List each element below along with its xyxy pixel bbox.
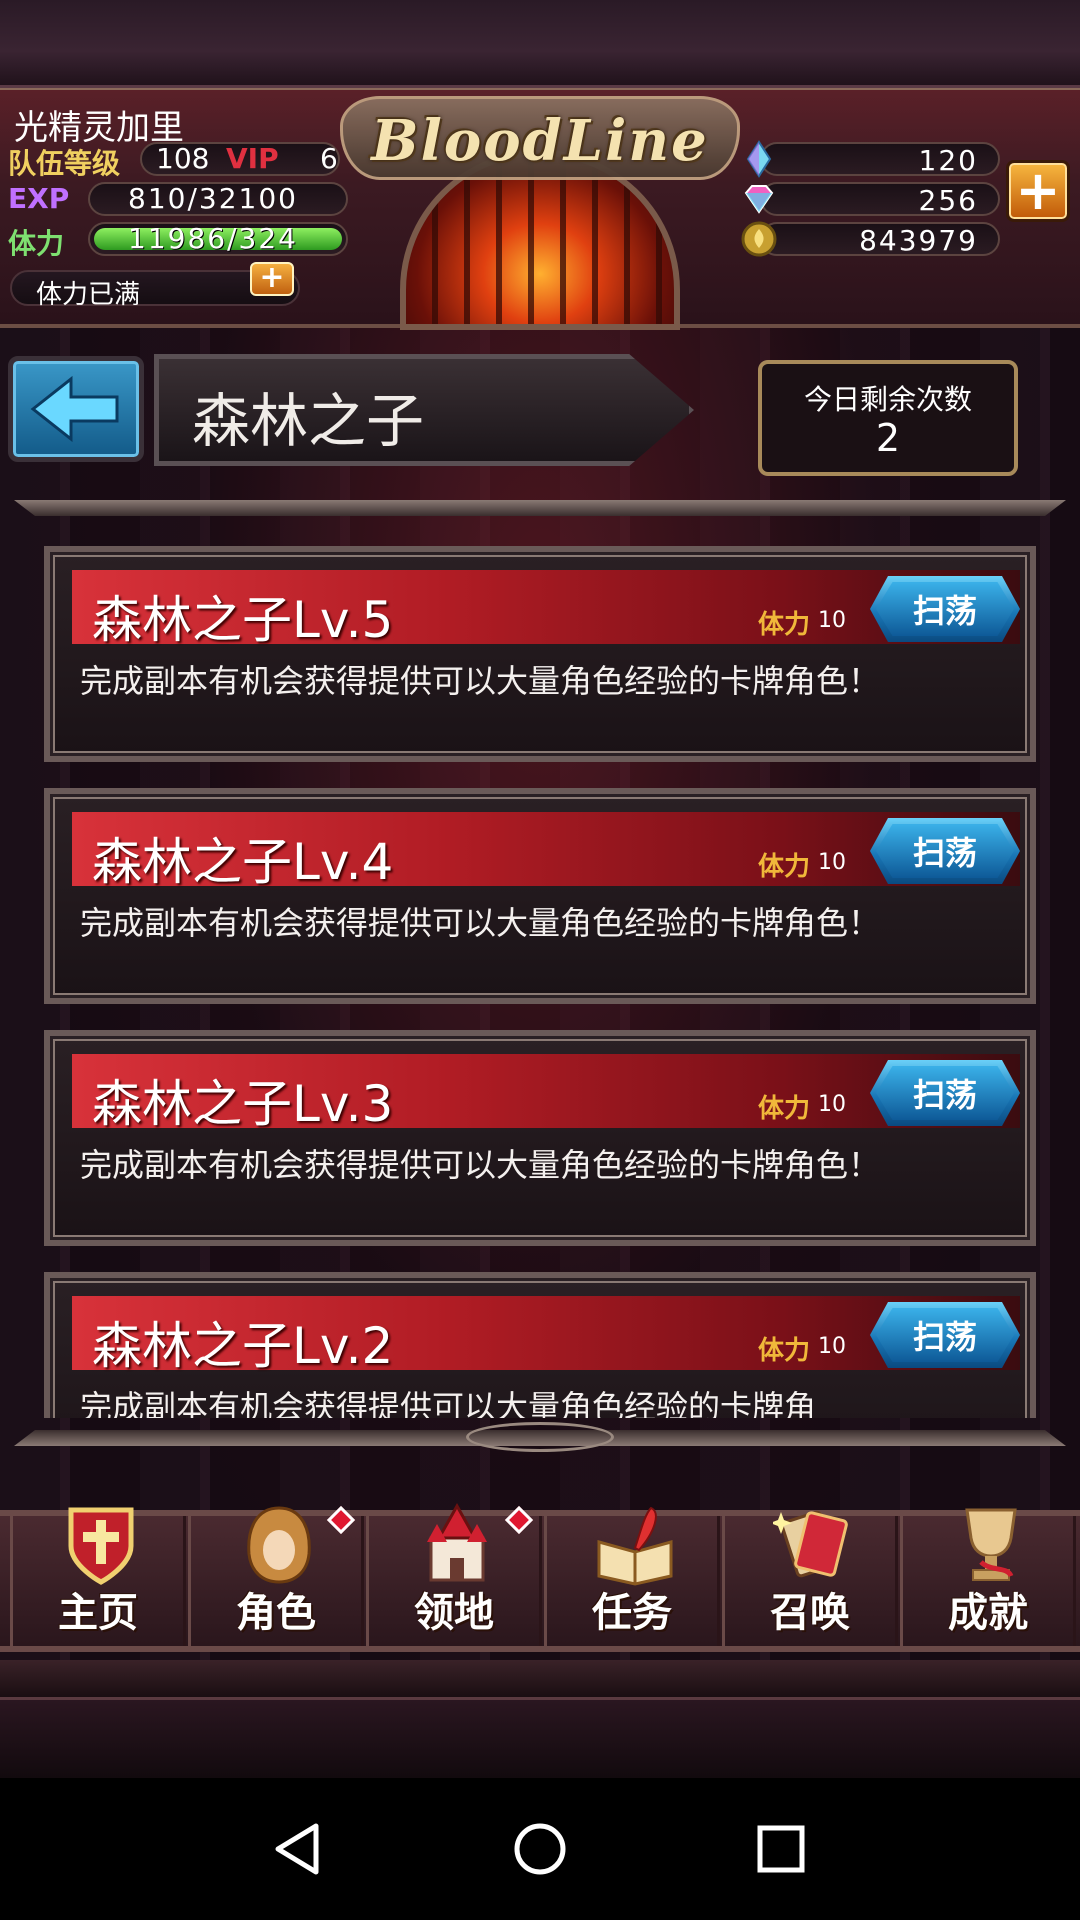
player-header: 光精灵加里 队伍等级 108 VIP 6 EXP 810/32100 体力 11…: [0, 88, 1080, 330]
bloodline-logo: BloodLine: [340, 90, 740, 330]
home-nav-icon[interactable]: [505, 1814, 575, 1884]
nav-territory[interactable]: 领地: [366, 1502, 542, 1646]
resource-gold: 843979: [740, 221, 1000, 258]
character-icon: [247, 1506, 311, 1584]
logo-text: BloodLine: [371, 108, 709, 174]
nav-quest[interactable]: 任务: [544, 1506, 720, 1646]
level-title: 森林之子Lv.5: [92, 591, 394, 649]
vip-level-value: 6: [320, 142, 338, 175]
level-description: 完成副本有机会获得提供可以大量角色经验的卡牌角色！: [80, 904, 881, 942]
system-nav-bar: [0, 1778, 1080, 1920]
level-description: 完成副本有机会获得提供可以大量角色经验的卡牌角: [80, 1388, 817, 1418]
nav-summon-label: 召唤: [770, 1590, 850, 1636]
level-title: 森林之子Lv.3: [92, 1075, 394, 1133]
sweep-button-label: 扫荡: [912, 1318, 977, 1356]
nav-character-label: 角色: [236, 1590, 316, 1636]
quest-book-icon: [597, 1506, 673, 1586]
add-stamina-button[interactable]: +: [250, 262, 294, 296]
exp-value: 810/32100: [128, 182, 298, 215]
stamina-row: 体力 11986/324: [0, 222, 360, 260]
stamina-cost-label: 体力: [758, 610, 811, 640]
stamina-cost-label: 体力: [758, 1336, 811, 1366]
home-shield-icon: [68, 1507, 134, 1585]
level-title: 森林之子Lv.4: [92, 833, 394, 891]
game-screen: 光精灵加里 队伍等级 108 VIP 6 EXP 810/32100 体力 11…: [0, 0, 1080, 1778]
resource-crystal: 120: [740, 140, 1000, 178]
bottom-decor: [0, 1700, 1080, 1778]
vip-label: VIP: [226, 142, 279, 175]
level-card[interactable]: 森林之子Lv.4 体力 10 扫荡 完成副本有机会获得提供可以大量角色经验的卡牌…: [44, 788, 1036, 1004]
castle-icon: [427, 1502, 487, 1582]
team-level-value: 108: [156, 142, 210, 175]
resource-diamond: 256: [740, 182, 1000, 218]
level-description: 完成副本有机会获得提供可以大量角色经验的卡牌角色！: [80, 662, 881, 700]
team-level-row: 队伍等级 108 VIP 6: [0, 142, 340, 180]
sweep-button[interactable]: 扫荡: [870, 1302, 1020, 1368]
trophy-icon: [965, 1508, 1017, 1581]
exp-label: EXP: [8, 182, 70, 215]
level-card[interactable]: 森林之子Lv.3 体力 10 扫荡 完成副本有机会获得提供可以大量角色经验的卡牌…: [44, 1030, 1036, 1246]
stage-title: 森林之子: [192, 387, 425, 455]
gold-value: 843979: [859, 224, 978, 257]
sweep-button-label: 扫荡: [912, 834, 977, 872]
nav-quest-label: 任务: [592, 1590, 672, 1636]
nav-territory-label: 领地: [414, 1590, 494, 1636]
stamina-value: 11986/324: [128, 222, 298, 255]
stamina-status-text: 体力已满: [36, 280, 141, 310]
remaining-attempts-label: 今日剩余次数: [803, 383, 972, 416]
buy-currency-button[interactable]: +: [1006, 160, 1070, 222]
level-description: 完成副本有机会获得提供可以大量角色经验的卡牌角色！: [80, 1146, 881, 1184]
nav-territory-badge: [504, 1505, 534, 1535]
back-arrow-icon: [30, 375, 119, 443]
recents-nav-icon[interactable]: [746, 1814, 816, 1884]
remaining-attempts-box: 今日剩余次数 2: [758, 360, 1018, 476]
crystal-icon: [746, 140, 772, 178]
nav-character-badge: [326, 1505, 356, 1535]
stamina-cost-label: 体力: [758, 852, 811, 882]
nav-achievement-label: 成就: [948, 1590, 1028, 1636]
sweep-button[interactable]: 扫荡: [870, 818, 1020, 884]
stamina-cost-value: 10: [818, 850, 846, 875]
crystal-value: 120: [918, 144, 978, 177]
diamond-value: 256: [918, 184, 978, 217]
back-button[interactable]: [8, 356, 144, 462]
sweep-button[interactable]: 扫荡: [870, 1060, 1020, 1126]
diamond-icon: [744, 185, 774, 214]
sweep-button[interactable]: 扫荡: [870, 576, 1020, 642]
top-decor: [0, 0, 1080, 88]
sweep-button-label: 扫荡: [912, 1076, 977, 1114]
level-card[interactable]: 森林之子Lv.5 体力 10 扫荡 完成副本有机会获得提供可以大量角色经验的卡牌…: [44, 546, 1036, 762]
stamina-cost-value: 10: [818, 1334, 846, 1359]
divider-ornament: [466, 1422, 614, 1452]
stamina-cost-label: 体力: [758, 1094, 811, 1124]
level-card[interactable]: 森林之子Lv.2 体力 10 扫荡 完成副本有机会获得提供可以大量角色经验的卡牌…: [44, 1272, 1036, 1418]
gold-coin-icon: [741, 221, 777, 257]
nav-home[interactable]: 主页: [10, 1507, 186, 1646]
back-nav-icon[interactable]: [264, 1814, 334, 1884]
nav-summon[interactable]: 召唤: [722, 1510, 898, 1646]
bottom-nav: 主页 角色 领地 任务 召唤 成就: [0, 1502, 1080, 1652]
level-title: 森林之子Lv.2: [92, 1317, 394, 1375]
list-top-divider: [14, 500, 1066, 516]
sweep-button-label: 扫荡: [912, 592, 977, 630]
nav-achievement[interactable]: 成就: [900, 1508, 1076, 1646]
nav-home-label: 主页: [58, 1590, 138, 1636]
nav-character[interactable]: 角色: [188, 1505, 364, 1646]
stamina-label: 体力: [8, 227, 65, 260]
stamina-cost-value: 10: [818, 1092, 846, 1117]
summon-cards-icon: [773, 1510, 848, 1578]
bottom-ornament-bar: [0, 1660, 1080, 1700]
level-list[interactable]: 森林之子Lv.5 体力 10 扫荡 完成副本有机会获得提供可以大量角色经验的卡牌…: [0, 530, 1080, 1418]
exp-row: EXP 810/32100: [0, 182, 360, 218]
stamina-cost-value: 10: [818, 608, 846, 633]
team-level-label: 队伍等级: [8, 147, 121, 180]
remaining-attempts-value: 2: [875, 416, 901, 460]
